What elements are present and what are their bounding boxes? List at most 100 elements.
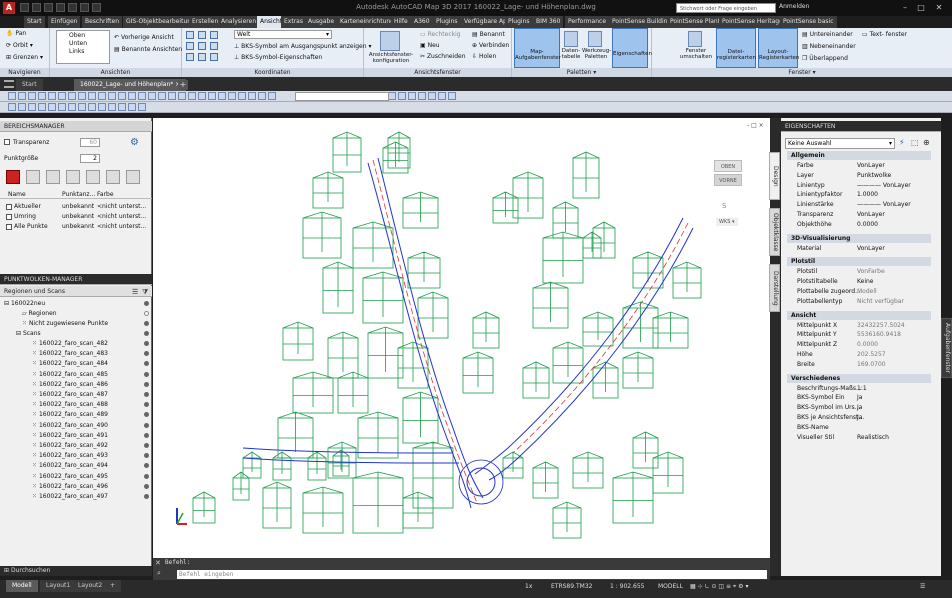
close-icon[interactable]: ✕	[932, 2, 946, 13]
visibility-dot[interactable]	[144, 351, 149, 357]
drawing-viewport[interactable]: - □ × OBEN VORNE S WKS ▾	[153, 118, 770, 558]
property-value[interactable]: 169.0700	[857, 361, 886, 368]
tile-horizontal-button[interactable]: ▤ Untereinander	[802, 31, 853, 38]
pickadd-icon[interactable]: ⊕	[923, 138, 930, 147]
col-name[interactable]: Name	[8, 191, 26, 198]
transparency-input[interactable]: 60	[80, 138, 100, 147]
toolbar-icon[interactable]	[98, 92, 106, 100]
new-viewport-button[interactable]: ▣ Neu	[420, 42, 440, 49]
list-item[interactable]: ⁙ 160022_faro_scan_485	[32, 371, 108, 378]
ribbon-tab-0[interactable]: Start	[24, 16, 46, 28]
property-value[interactable]: 1.0000	[857, 191, 878, 198]
property-value[interactable]: Realistisch	[857, 434, 889, 441]
property-value[interactable]: Nicht verfügbar	[857, 298, 904, 305]
list-item[interactable]: ⁙ 160022_faro_scan_494	[32, 462, 108, 469]
visibility-dot[interactable]	[144, 432, 149, 438]
toolbar-icon[interactable]	[258, 92, 266, 100]
section-ansicht[interactable]: Ansicht	[787, 310, 931, 320]
visibility-dot[interactable]	[144, 301, 149, 306]
quick-select-icon[interactable]: ⚡	[899, 138, 905, 147]
maximize-icon[interactable]: □	[914, 2, 928, 13]
region-tool-icon[interactable]	[106, 170, 120, 184]
list-item[interactable]: ⁙ 160022_faro_scan_484	[32, 360, 108, 367]
ribbon-tab-1[interactable]: Einfügen	[48, 16, 82, 28]
visibility-dot[interactable]	[144, 361, 149, 367]
visibility-dot[interactable]	[144, 494, 149, 499]
list-item[interactable]: ⁙ 160022_faro_scan_488	[32, 401, 108, 408]
toolbar-icon[interactable]	[198, 92, 206, 100]
property-value[interactable]: VonLayer	[857, 245, 885, 252]
ribbon-tab-14[interactable]: Plugins	[505, 16, 534, 28]
ucs-x-icon[interactable]	[186, 53, 194, 61]
visibility-dot[interactable]	[144, 321, 149, 326]
toolbar-icon[interactable]	[128, 92, 136, 100]
file-tab-start[interactable]: Start	[16, 79, 43, 91]
ucs-y-icon[interactable]	[198, 53, 206, 61]
tree-unassigned[interactable]: ⁙ Nicht zugewiesene Punkte	[22, 320, 108, 327]
toolbar-icon[interactable]	[408, 92, 416, 100]
wcs-menu[interactable]: WKS ▾	[716, 218, 738, 226]
region-tool-icon[interactable]	[26, 170, 40, 184]
toolbar-icon[interactable]	[248, 92, 256, 100]
property-value[interactable]: 0.0000	[857, 341, 878, 348]
toolbar-icon[interactable]	[208, 92, 216, 100]
ribbon-tab-20[interactable]: PointSense basic	[780, 16, 838, 28]
toolbar-icon[interactable]	[28, 92, 36, 100]
ribbon-tab-18[interactable]: PointSense Plant	[667, 16, 725, 28]
list-item[interactable]: ⁙ 160022_faro_scan_496	[32, 483, 108, 490]
tree-scans[interactable]: ⊟ Scans	[16, 330, 41, 337]
toolbar-icon[interactable]	[108, 92, 116, 100]
toolbar-icon[interactable]	[148, 92, 156, 100]
toolbar-icon[interactable]	[38, 92, 46, 100]
property-value[interactable]: Keine	[857, 278, 874, 285]
ucs-view-icon[interactable]	[210, 31, 218, 39]
ucs-icon[interactable]	[186, 31, 194, 39]
viewcube-south[interactable]: S	[722, 202, 726, 210]
ucs-face-icon[interactable]	[210, 53, 218, 61]
list-item[interactable]: ⁙ 160022_faro_scan_497	[32, 493, 108, 500]
ucs-show-origin-button[interactable]: ⊥ BKS-Symbol am Ausgangspunkt anzeigen ▾	[234, 43, 371, 50]
viewcube-front[interactable]: VORNE	[714, 174, 742, 186]
visibility-dot[interactable]	[144, 443, 149, 448]
visibility-dot[interactable]	[144, 473, 149, 479]
visibility-dot[interactable]	[144, 412, 149, 418]
orbit-button[interactable]: ⟳ Orbit ▾	[6, 42, 33, 49]
restore-viewport-button[interactable]: ⇩ Holen	[472, 53, 496, 60]
filter-icon[interactable]: ⧩	[142, 288, 148, 297]
list-item[interactable]: ⁙ 160022_faro_scan_483	[32, 350, 108, 357]
new-tab-button[interactable]: +	[178, 80, 188, 90]
toolbar-icon[interactable]	[238, 92, 246, 100]
toolbar-icon[interactable]	[118, 92, 126, 100]
add-layout-button[interactable]: +	[104, 580, 122, 592]
toolbar-icon[interactable]	[18, 92, 26, 100]
cascade-button[interactable]: ❐ Überlappend	[802, 55, 848, 62]
ucs-world-icon[interactable]	[198, 31, 206, 39]
search-input[interactable]: Stichwort oder Frage eingeben	[676, 3, 776, 13]
ribbon-tab-8[interactable]: Ausgabe	[305, 16, 339, 28]
region-checkbox[interactable]	[6, 224, 12, 230]
toolbar-icon[interactable]	[68, 92, 76, 100]
col-color[interactable]: Farbe	[97, 191, 114, 198]
command-search-icon[interactable]: ⌕	[157, 569, 161, 578]
map-scale[interactable]: 1 : 902.655	[610, 583, 644, 590]
visibility-dot[interactable]	[144, 483, 149, 489]
property-value[interactable]: VonLayer	[857, 162, 885, 169]
visibility-dot[interactable]	[144, 392, 149, 397]
tab-layout2[interactable]: Layout2	[72, 580, 109, 592]
toolbar-icon[interactable]	[188, 92, 196, 100]
tree-regionen[interactable]: ▱ Regionen	[22, 310, 57, 317]
toolbar-icon[interactable]	[88, 103, 96, 111]
property-value[interactable]: 202.5257	[857, 351, 886, 358]
section-verschiedenes[interactable]: Verschiedenes	[787, 373, 931, 383]
property-value[interactable]: ———— VonLayer	[857, 201, 911, 208]
toolbar-icon[interactable]	[108, 103, 116, 111]
ucs-select[interactable]: Welt ▾	[234, 30, 332, 39]
clip-viewport-button[interactable]: ✂ Zuschneiden	[420, 53, 466, 60]
property-value[interactable]: Ja	[857, 414, 862, 421]
tool-palettes-button[interactable]: Werkzeug-Paletten	[582, 48, 611, 60]
list-item[interactable]: ⁙ 160022_faro_scan_492	[32, 442, 108, 449]
toolbar-icon[interactable]	[118, 103, 126, 111]
toolbar-icon[interactable]	[218, 92, 226, 100]
toolbar-icon[interactable]	[138, 103, 146, 111]
region-checkbox[interactable]	[6, 214, 12, 220]
